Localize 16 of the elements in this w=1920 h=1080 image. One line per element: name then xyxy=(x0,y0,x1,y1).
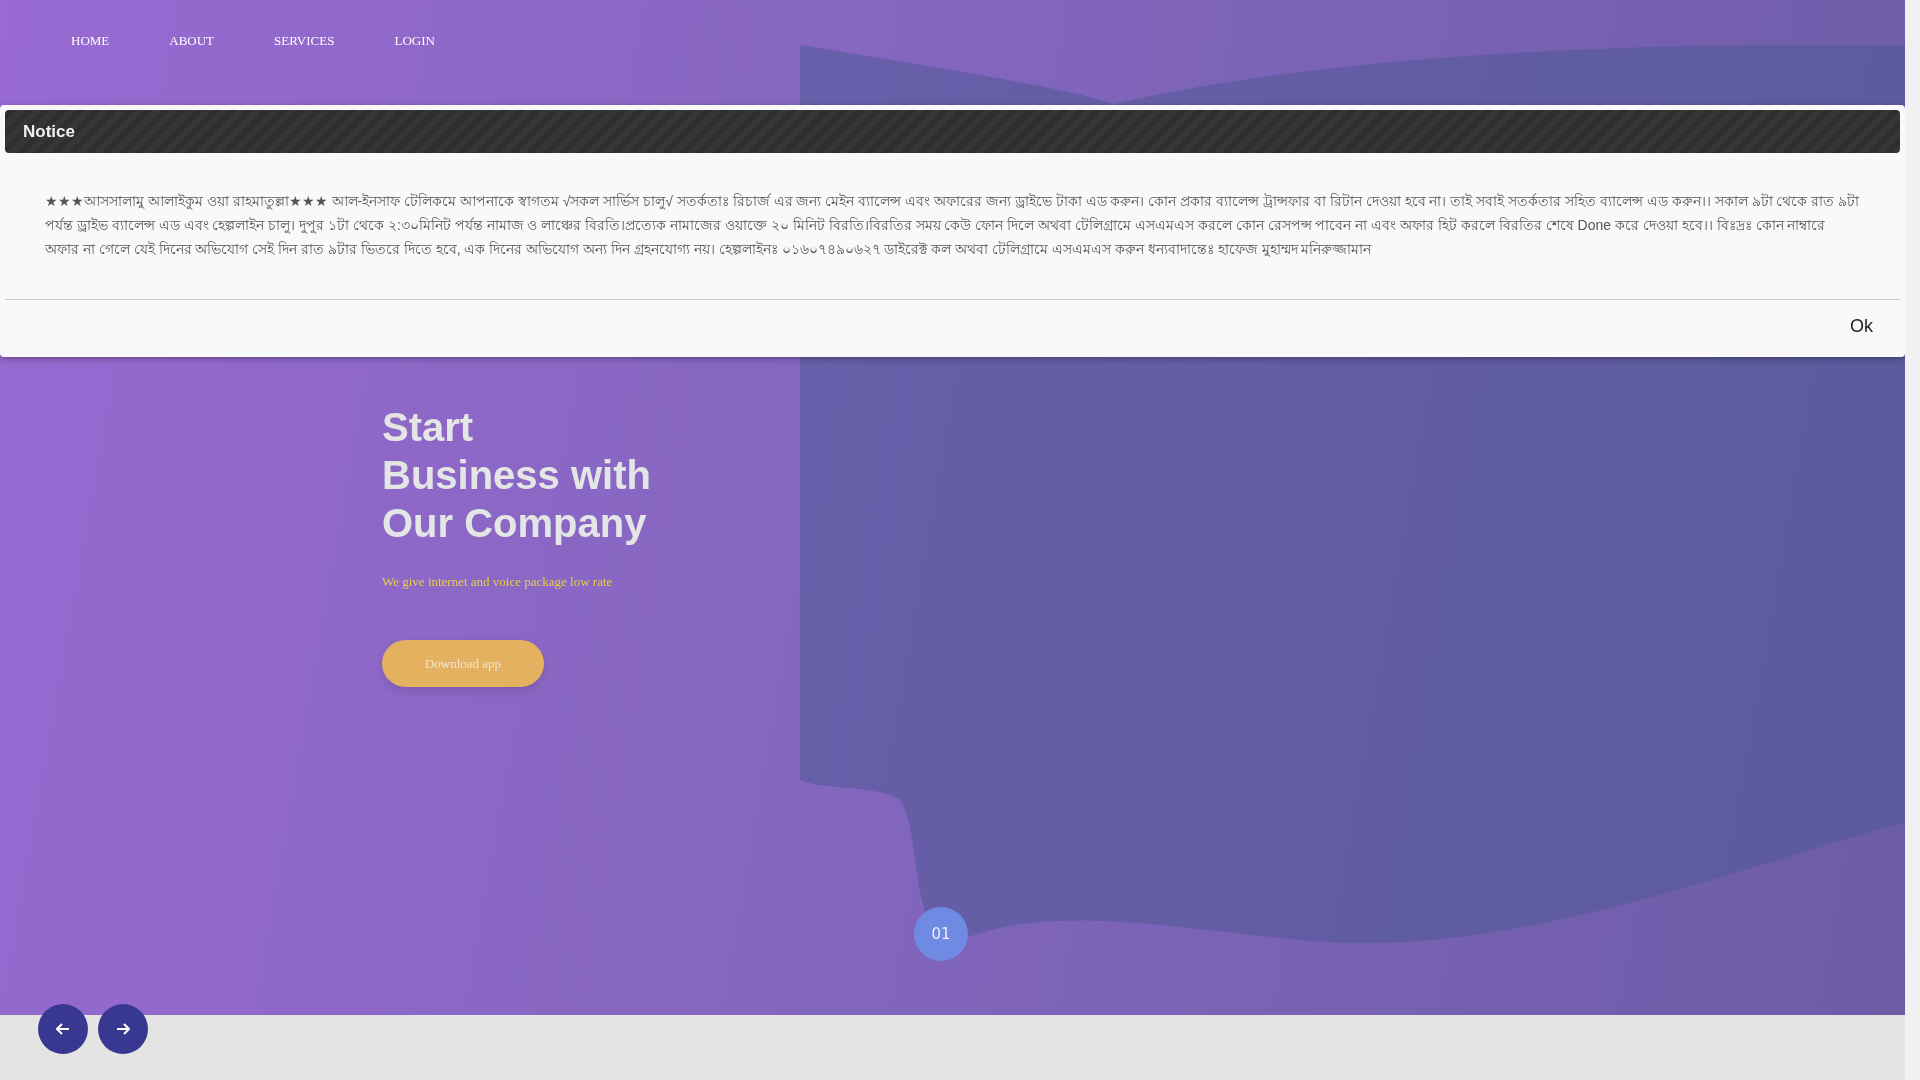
slide-number[interactable]: 01 xyxy=(914,907,968,961)
hero-heading: Start xyxy=(382,404,475,451)
nav-link[interactable]: HOME xyxy=(71,33,110,49)
next-button[interactable] xyxy=(98,1004,148,1054)
nav-link[interactable]: LOGIN xyxy=(394,33,435,49)
dialog-title: Notice xyxy=(23,121,75,142)
hero-tagline: We give internet and voice package low rate xyxy=(382,574,614,590)
hero-heading: Business with xyxy=(382,452,652,499)
hero-heading: Our Company xyxy=(382,500,648,547)
nav-link[interactable]: ABOUT xyxy=(169,33,215,49)
previous-button[interactable] xyxy=(38,1004,88,1054)
nav-link[interactable]: SERVICES xyxy=(274,33,335,49)
ok-button[interactable]: Ok xyxy=(1846,314,1877,339)
arrow-right-icon xyxy=(116,1023,130,1035)
arrow-left-icon xyxy=(56,1023,70,1035)
notice-message: ★★★আসসালামু আলাইকুম ওয়া রাহমাতুল্লা★★★ আল-ইনসাফ টেলিকমে আপনাকে স্বাগতম √সকল সার্ভিস চালু√ সতর্কতাঃ রিচার্জ এর জন্য মেইন ব্যালেন্স এবং অফারের জন্য ড্রাইভে টাকা এড করুন। কোন প্রকার ব্যালেন্স ট্রান্সফার বা রিটান দেওয়া হবে না। তাই সবাই সতর্কতার সহিত ব্যালেন্স এড করুন।। সকাল ৯টা থেকে রাত ৯টা পর্যন্ত ড্রাইভ ব্যালেন্স এড এবং হেল্পলাইন চালু। দুপুর ১টা থেকে ২:৩০মিনিট পর্যন্ত নামাজ ও লাঞ্চের বিরতি।প্রত্যেক নামাজের ওয়াক্তে ২০ মিনিট বিরতি।বিরতির সময় কেউ ফোন দিলে অথবা টেলিগ্রামে এসএমএস করলে কোন রেসপন্স পাবেন না এবং অফার হিট করলে বিরতির শেষে Done করে দেওয়া হবে।। বিঃদ্রঃ কোন নাম্বারে অফার না গেলে যেই দিনের অভিযোগ সেই দিন রাত ৯টার ভিতরে দিতে হবে, এক দিনের অভিযোগ অন্য দিন গ্রহনযোগ্য নয়। হেল্পলাইনঃ ০১৬০৭৪৯০৬২৭ ডাইরেক্ট কল অথবা টেলিগ্রামে এসএমএস করুন ধন্যবাদান্তেঃ হাফেজ মুহাম্মদ মনিরুজ্জামান xyxy=(45,192,1860,259)
